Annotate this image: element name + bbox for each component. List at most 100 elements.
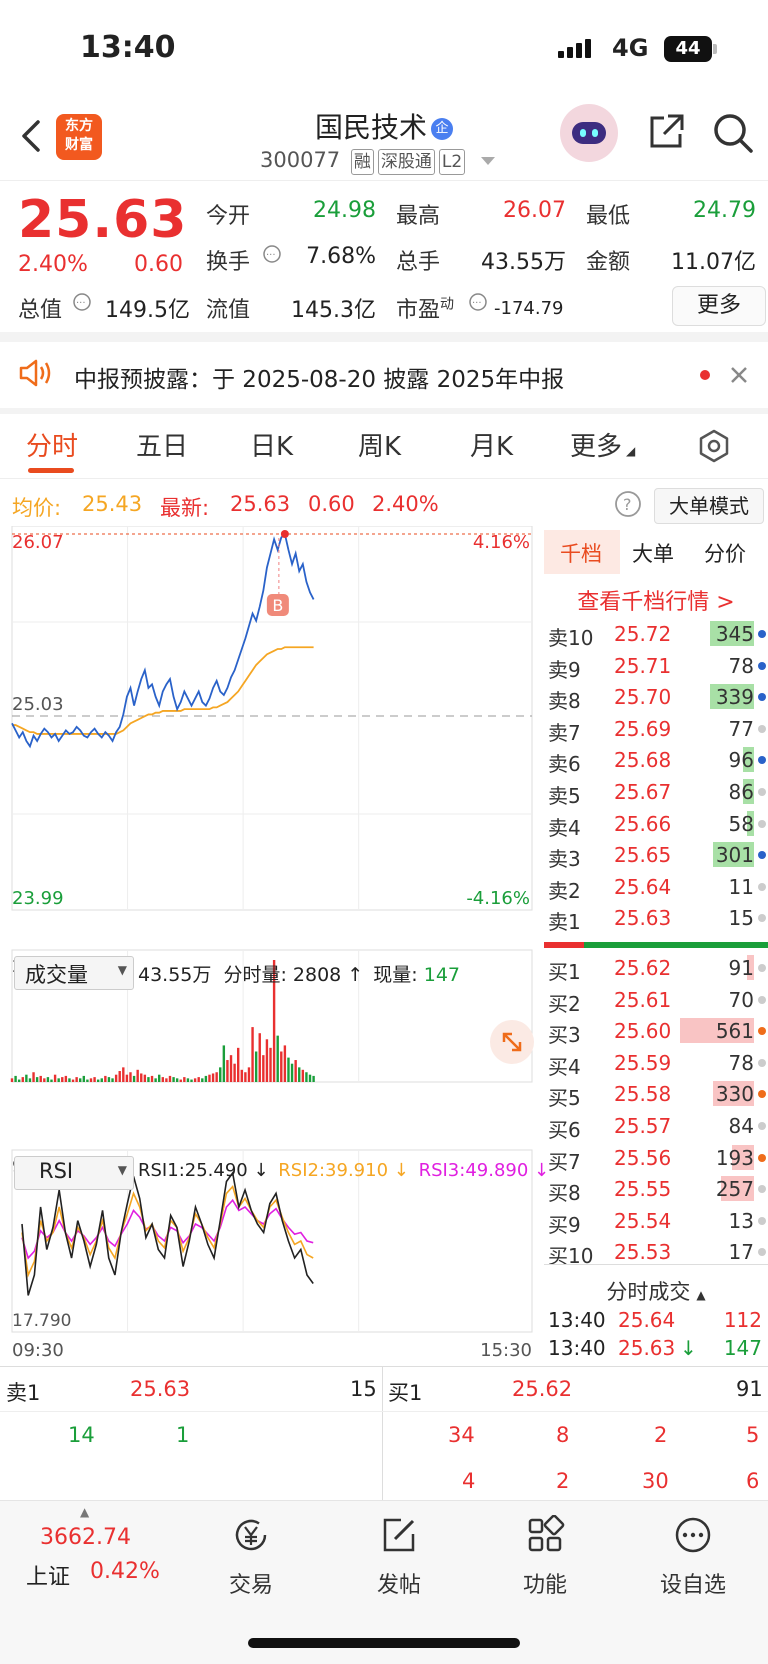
bid-level-row[interactable]: 买3 25.60 561 [544,1015,768,1047]
bid-level-row[interactable]: 买5 25.58 330 [544,1078,768,1110]
volume-bar [53,1074,57,1082]
bid-level-row[interactable]: 买1 25.62 91 [544,952,768,984]
svg-text:···: ··· [266,250,276,261]
bid-level-row[interactable]: 买7 25.56 193 [544,1142,768,1174]
tab-weekly-k[interactable]: 周K [358,426,401,463]
search-icon[interactable] [712,112,754,154]
svg-text:?: ? [623,495,632,514]
volume-bar [14,1075,17,1082]
volume-bar [35,1077,39,1082]
ask-level-row[interactable]: 卖4 25.66 58 [544,808,768,840]
ask-level-row[interactable]: 卖5 25.67 86 [544,776,768,808]
volume-bar [283,1045,287,1082]
network-type: 4G [612,34,649,62]
bid-level-row[interactable]: 买8 25.55 257 [544,1173,768,1206]
volume-bar [75,1077,78,1082]
level-price: 25.71 [614,653,672,678]
tab-add-watchlist[interactable]: 设自选 [638,1515,748,1599]
bid-level-row[interactable]: 买10 25.53 17 [544,1236,768,1268]
more-button[interactable]: 更多 [672,286,766,326]
tab-big-order[interactable]: 大单 [632,538,674,568]
volume-bar [61,1077,64,1082]
fullscreen-button[interactable] [490,1020,534,1064]
view-thousand-level-link[interactable]: 查看千档行情 > [544,584,768,616]
buy-queue-item: 2 [556,1469,570,1493]
volume-bar [312,1075,315,1082]
level-label: 卖10 [548,626,594,650]
level-volume: 78 [728,653,754,678]
indicator-selector-rsi[interactable]: RSI ▼ [14,1156,134,1190]
bid-level-row[interactable]: 买4 25.59 78 [544,1047,768,1079]
tab-functions[interactable]: 功能 [490,1514,600,1599]
level-dot [758,788,766,796]
tab-intraday[interactable]: 分时 [26,426,78,463]
chart-tabs: 分时 五日 日K 周K 月K 更多 ◢ [0,412,768,479]
caret-icon: ◢ [626,444,636,458]
tab-more[interactable]: 更多 ◢ [570,426,635,463]
tab-daily-k[interactable]: 日K [250,426,293,463]
close-icon[interactable] [730,366,748,384]
ask-level-row[interactable]: 卖3 25.65 301 [544,839,768,871]
volume-bar [276,1035,279,1082]
ask-level-row[interactable]: 卖7 25.69 77 [544,713,768,745]
buy1-price: 25.62 [512,1377,573,1401]
queue-divider [382,1367,383,1501]
share-icon[interactable] [646,112,686,152]
rsi-legend: RSI1:25.490 ↓ RSI2:39.910 ↓ RSI3:49.890 … [138,1160,549,1181]
volume-bar [204,1075,208,1082]
tab-five-day[interactable]: 五日 [136,426,188,463]
level-dot [758,1153,766,1162]
level-label: 买8 [548,1181,581,1206]
tab-price-split[interactable]: 分价 [704,538,746,568]
indicator-selector-volume[interactable]: 成交量 ▼ [14,956,134,990]
bid-level-row[interactable]: 买9 25.54 13 [544,1205,768,1237]
trade-arrow: ↓ [680,1336,697,1360]
trades-list: 13:40 25.64 112 13:40 25.63 ↓ 147 [544,1304,768,1364]
sell-queue-item: 14 [68,1423,95,1447]
level-dot [758,1058,766,1067]
price-chart-frame [11,526,533,911]
index-ticker[interactable]: ▲ 3662.74 上证 0.42% [0,1501,176,1611]
volume-bar [305,1072,308,1082]
ask-level-row[interactable]: 卖10 25.72 345 [544,618,768,650]
ask-level-row[interactable]: 卖2 25.64 11 [544,871,768,903]
float-value-label: 流值 [206,298,251,323]
x-end-label: 15:30 [480,1340,532,1361]
notice-bar[interactable]: 中报预披露：于 2025-08-20 披露 2025年中报 [0,342,768,408]
intraday-chart[interactable]: B26.0725.0323.994.16%-4.16%2632690.24017… [0,526,544,1366]
volume-bar [269,1047,272,1082]
ask-level-row[interactable]: 卖8 25.70 339 [544,681,768,713]
turnover-info-icon[interactable]: ··· [262,244,282,264]
ask-level-row[interactable]: 卖9 25.71 78 [544,650,768,682]
ask-level-row[interactable]: 卖6 25.68 96 [544,744,768,776]
change-value: 0.60 [134,252,183,277]
battery-nub [713,44,717,54]
tab-thousand-level[interactable]: 千档 [560,538,602,568]
tab-post[interactable]: 发帖 [344,1515,454,1599]
ask-level-row[interactable]: 卖1 25.63 15 [544,902,768,934]
help-icon[interactable]: ? [614,490,642,518]
orderbook-tabs: 千档 大单 分价 [544,530,768,574]
volume-bar [111,1078,114,1082]
latest-change: 0.60 [308,492,355,516]
settings-gear-icon[interactable] [696,428,732,464]
trades-title[interactable]: 分时成交 ▲ [544,1276,768,1306]
volume-bar [258,1033,261,1082]
tab-trade[interactable]: 交易 [196,1515,306,1599]
bid-level-row[interactable]: 买6 25.57 84 [544,1110,768,1142]
tab-trade-label: 交易 [228,1573,273,1598]
tab-monthly-k[interactable]: 月K [470,426,513,463]
chart-info-bar: 均价: 25.43 最新: 25.63 0.60 2.40% ? [0,486,768,522]
pe-info-icon[interactable]: ··· [468,292,488,312]
sell1-volume: 15 [350,1377,377,1401]
level-volume: 345 [715,622,754,646]
volume-bar [294,1060,297,1082]
info-icon[interactable]: ··· [72,292,92,312]
stock-code-row[interactable]: 300077 融深股通 L2 [260,148,496,175]
pe-label: 市盈动 [396,292,454,324]
ai-assistant-avatar[interactable] [560,104,618,162]
big-order-mode-button[interactable]: 大单模式 [654,488,764,524]
bid-level-row[interactable]: 买2 25.61 70 [544,984,768,1016]
sell-queue-item: 1 [176,1423,190,1447]
volume-bar [308,1074,312,1082]
